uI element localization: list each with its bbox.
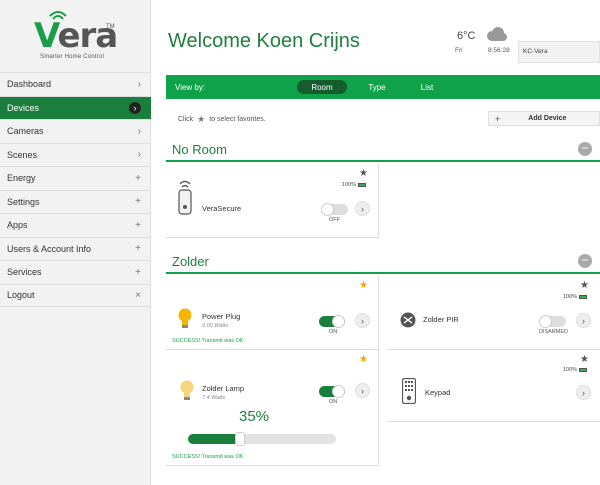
device-power-toggle[interactable] bbox=[319, 385, 345, 398]
view-by-bar: View by: Room Type List bbox=[166, 75, 600, 99]
battery-level: 100% bbox=[342, 182, 367, 188]
controller-name[interactable]: KC-Vera bbox=[518, 41, 600, 63]
toggle-state: ON bbox=[329, 329, 338, 335]
vera-logo[interactable]: Vera TM Smarter Home Control bbox=[0, 0, 151, 72]
tab-type[interactable]: Type bbox=[362, 80, 392, 94]
status-message: SUCCESS! Transmit was OK bbox=[172, 454, 244, 460]
device-details-button[interactable]: › bbox=[355, 313, 370, 328]
page-title: Welcome Koen Crijns bbox=[168, 30, 360, 52]
view-by-label: View by: bbox=[175, 83, 206, 92]
clock-time: 8:56:28 bbox=[488, 47, 510, 54]
cloud-icon bbox=[487, 27, 507, 41]
tab-room[interactable]: Room bbox=[297, 80, 347, 94]
sidebar-item-logout[interactable]: Logout × bbox=[0, 283, 151, 307]
device-name: Zolder PIR bbox=[423, 315, 459, 324]
chevron-right-icon: › bbox=[129, 101, 141, 114]
chevron-right-icon: › bbox=[137, 125, 141, 137]
toggle-state: OFF bbox=[329, 217, 340, 223]
logo-trademark: TM bbox=[106, 24, 115, 30]
collapse-no-room-button[interactable]: − bbox=[578, 142, 592, 156]
device-name: Power Plug bbox=[202, 312, 241, 321]
sidebar-nav: Dashboard › Devices › Cameras › Scenes › Ene… bbox=[0, 72, 151, 307]
sidebar-item-settings[interactable]: Settings + bbox=[0, 189, 151, 214]
device-power-toggle[interactable] bbox=[319, 315, 345, 328]
battery-level: 100% bbox=[563, 294, 588, 300]
section-title-zolder: Zolder bbox=[172, 254, 209, 269]
favorite-star-icon[interactable]: ★ bbox=[359, 354, 368, 365]
battery-icon bbox=[579, 368, 588, 372]
device-power-usage: 0.00 Watts bbox=[202, 323, 229, 329]
dimmer-slider-handle[interactable] bbox=[234, 432, 245, 446]
device-name: Zolder Lamp bbox=[202, 384, 245, 393]
section-divider bbox=[166, 272, 600, 274]
vera-secure-device-icon bbox=[178, 180, 192, 215]
plus-icon: + bbox=[135, 243, 141, 255]
section-divider bbox=[166, 160, 600, 162]
lightbulb-icon bbox=[180, 380, 194, 400]
favorite-star-icon[interactable]: ★ bbox=[580, 280, 589, 291]
close-icon: × bbox=[135, 289, 141, 301]
sidebar-item-apps[interactable]: Apps + bbox=[0, 213, 151, 237]
lightbulb-icon bbox=[178, 308, 192, 328]
dimmer-slider-fill bbox=[188, 434, 240, 444]
add-device-button[interactable]: + Add Device bbox=[488, 111, 600, 126]
device-card-zolder-pir: ★ 100% Zolder PIR DISARMED › bbox=[387, 276, 600, 350]
tab-list[interactable]: List bbox=[412, 80, 442, 94]
device-name: VeraSecure bbox=[202, 204, 242, 213]
dimmer-percentage: 35% bbox=[239, 408, 270, 425]
logo-wordmark: Vera bbox=[34, 16, 118, 56]
weather-day: Fri bbox=[455, 47, 463, 54]
sidebar-item-services[interactable]: Services + bbox=[0, 260, 151, 284]
collapse-zolder-button[interactable]: − bbox=[578, 254, 592, 268]
dimmer-slider[interactable] bbox=[188, 432, 336, 446]
toggle-state: ON bbox=[329, 399, 338, 405]
device-power-toggle[interactable] bbox=[321, 203, 348, 216]
plus-icon: + bbox=[135, 172, 141, 184]
favorite-star-icon[interactable]: ★ bbox=[359, 280, 368, 291]
favorite-star-icon[interactable]: ★ bbox=[580, 354, 589, 365]
sidebar-item-users[interactable]: Users & Account Info + bbox=[0, 236, 151, 261]
plus-icon: + bbox=[135, 196, 141, 208]
keypad-icon bbox=[402, 378, 416, 404]
plus-icon: + bbox=[135, 266, 141, 278]
sidebar-item-scenes[interactable]: Scenes › bbox=[0, 142, 151, 167]
motion-sensor-icon bbox=[400, 312, 416, 328]
status-message: SUCCESS! Transmit was OK bbox=[172, 338, 244, 344]
device-name: Keypad bbox=[425, 388, 451, 397]
sidebar-item-cameras[interactable]: Cameras › bbox=[0, 119, 151, 143]
star-icon: ★ bbox=[197, 114, 206, 124]
battery-icon bbox=[358, 183, 367, 187]
plus-icon: + bbox=[495, 113, 501, 124]
chevron-right-icon: › bbox=[137, 149, 141, 161]
battery-level: 100% bbox=[563, 367, 588, 373]
plus-icon: + bbox=[135, 219, 141, 231]
device-card-verasecure: ★ 100% VeraSecure OFF › bbox=[166, 164, 379, 238]
chevron-right-icon: › bbox=[137, 78, 141, 90]
favorites-hint: Click ★ to select favorites. bbox=[178, 114, 266, 124]
sidebar-item-energy[interactable]: Energy + bbox=[0, 166, 151, 190]
toggle-state: DISARMED bbox=[539, 329, 569, 335]
device-details-button[interactable]: › bbox=[576, 313, 591, 328]
device-details-button[interactable]: › bbox=[355, 201, 370, 216]
device-card-zolder-lamp: ★ Zolder Lamp 7.4 Watts ON › 35% SUCCESS… bbox=[166, 350, 379, 466]
sidebar-item-devices[interactable]: Devices › bbox=[0, 95, 151, 119]
favorite-star-icon[interactable]: ★ bbox=[359, 168, 368, 179]
arm-toggle[interactable] bbox=[539, 315, 566, 328]
sidebar: Vera TM Smarter Home Control Dashboard › … bbox=[0, 0, 151, 485]
device-details-button[interactable]: › bbox=[355, 383, 370, 398]
device-power-usage: 7.4 Watts bbox=[202, 395, 226, 401]
logo-tagline: Smarter Home Control bbox=[40, 54, 105, 60]
weather-temperature: 6°C bbox=[457, 30, 476, 42]
sidebar-item-dashboard[interactable]: Dashboard › bbox=[0, 72, 151, 96]
device-card-keypad: ★ 100% Keypad › bbox=[387, 350, 600, 422]
device-card-power-plug: ★ Power Plug 0.00 Watts ON › SUCCESS! Tr… bbox=[166, 276, 379, 350]
battery-icon bbox=[579, 295, 588, 299]
section-title-no-room: No Room bbox=[172, 142, 227, 157]
device-details-button[interactable]: › bbox=[576, 385, 591, 400]
